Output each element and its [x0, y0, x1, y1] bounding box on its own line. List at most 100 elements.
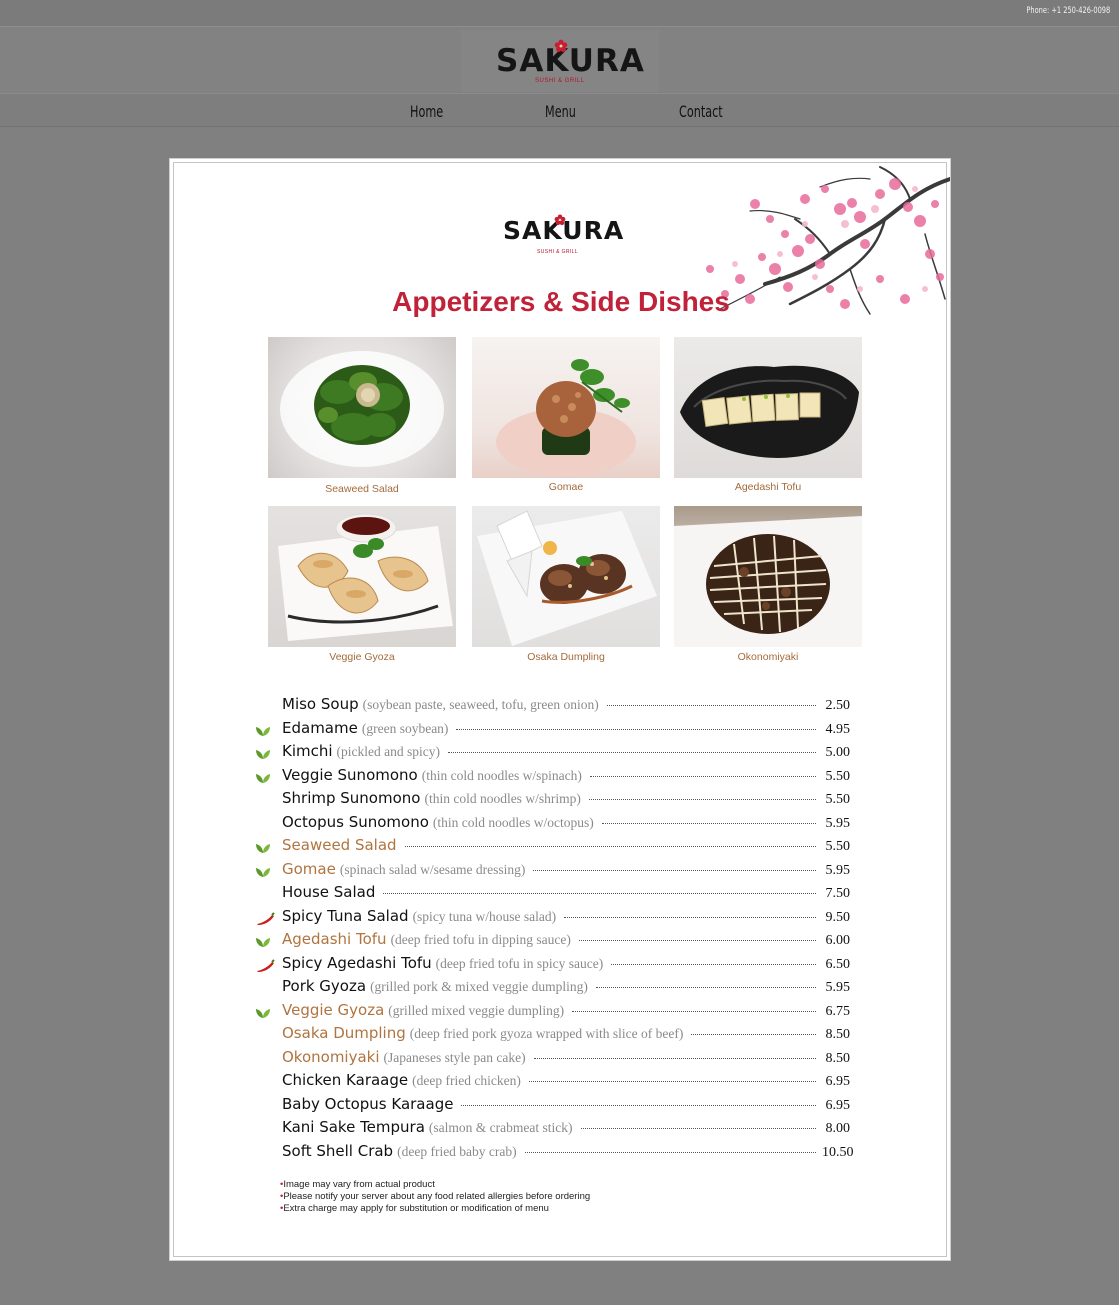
note-item: •Image may vary from actual product [280, 1179, 435, 1190]
menu-item-price: 2.50 [825, 698, 851, 713]
menu-item-description: (thin cold noodles w/shrimp) [424, 791, 581, 806]
menu-logo-subtitle: SUSHI & GRILL [537, 249, 579, 255]
menu-item-row: Spicy Agedashi Tofu (deep fried tofu in s… [255, 953, 851, 976]
photo-agedashi-tofu [674, 337, 862, 478]
menu-item-row: Agedashi Tofu (deep fried tofu in dipping… [256, 930, 851, 952]
nav-home[interactable]: Home [410, 102, 443, 121]
menu-item-price: 6.50 [825, 956, 851, 972]
menu-item-name: Kimchi [282, 742, 333, 760]
menu-item-price: 9.50 [825, 909, 851, 925]
chili-icon [255, 911, 275, 925]
leaf-icon [255, 724, 271, 736]
menu-item-row: Shrimp Sunomono (thin cold noodles w/shri… [258, 789, 850, 811]
menu-item-name: Veggie Sunomono [282, 765, 418, 784]
menu-page: SAKURA SUSHI & GRILL Appetizers & Side D… [169, 158, 951, 1261]
menu-item-description: (thin cold noodles w/octopus) [432, 814, 594, 830]
menu-item-name: Pork Gyoza [282, 977, 367, 995]
top-bar: Phone: +1 250-426-0098 [0, 0, 1119, 26]
dot-leader [580, 1128, 816, 1129]
menu-item-name: Seaweed Salad [282, 836, 397, 854]
menu-item-price: 8.50 [825, 1050, 851, 1066]
menu-item-price: 6.00 [825, 933, 851, 948]
menu-item-name: Miso Soup [282, 695, 359, 713]
site-header: SAKURA SUSHI & GRILL [0, 26, 1119, 93]
menu-item-price: 5.50 [825, 792, 851, 807]
nav-contact[interactable]: Contact [679, 102, 723, 121]
dot-leader [578, 940, 816, 941]
note-item: •Please notify your server about any foo… [280, 1191, 591, 1202]
dot-leader [588, 799, 816, 800]
menu-item-row: Osaka Dumpling (deep fried pork gyoza wra… [258, 1024, 850, 1046]
menu-item-name: Octopus Sunomono [282, 812, 429, 831]
menu-item-description: (thin cold noodles w/spinach) [421, 767, 582, 783]
menu-item-name: Soft Shell Crab [282, 1141, 394, 1160]
menu-item-name: Agedashi Tofu [282, 930, 387, 948]
note-item: •Extra charge may apply for substitution… [280, 1203, 549, 1214]
dot-leader [601, 822, 816, 824]
menu-item-price: 7.50 [825, 886, 851, 901]
leaf-icon [255, 1006, 271, 1018]
menu-item-row: Soft Shell Crab (deep fried baby crab) 10.… [258, 1141, 854, 1164]
dot-leader [533, 869, 816, 871]
main-nav: Home Menu Contact [0, 93, 1119, 127]
dot-leader [528, 1081, 816, 1082]
menu-item-name: Kani Sake Tempura [282, 1118, 425, 1136]
photo-caption: Okonomiyaki [737, 651, 799, 663]
menu-item-description: (grilled mixed veggie dumpling) [388, 1002, 565, 1018]
leaf-icon [255, 771, 271, 783]
site-logo[interactable]: SAKURA SUSHI & GRILL [461, 30, 659, 92]
menu-item-price: 4.95 [825, 721, 851, 737]
dot-leader [524, 1151, 816, 1153]
menu-item-price: 5.95 [825, 815, 851, 831]
photo-okonomiyaki [674, 506, 862, 647]
menu-item-description: (salmon & crabmeat stick) [428, 1120, 573, 1135]
nav-menu[interactable]: Menu [545, 102, 576, 121]
photo-osaka-dumpling [472, 506, 660, 647]
menu-item-row: Veggie Sunomono (thin cold noodles w/spin… [255, 765, 851, 788]
leaf-icon [255, 865, 271, 877]
photo-gomae [472, 337, 660, 478]
menu-item-name: Spicy Tuna Salad [282, 906, 409, 925]
menu-item-price: 8.00 [825, 1121, 851, 1136]
menu-item-price: 5.95 [825, 862, 851, 878]
menu-item-description: (spicy tuna w/house salad) [412, 908, 557, 924]
dot-leader [606, 705, 816, 706]
menu-item-price: 5.50 [825, 768, 851, 784]
menu-item-price: 5.95 [825, 980, 851, 995]
menu-item-name: Osaka Dumpling [282, 1024, 406, 1042]
menu-item-row: Octopus Sunomono (thin cold noodles w/oct… [258, 813, 850, 835]
menu-item-price: 6.95 [825, 1074, 851, 1089]
photo-caption: Osaka Dumpling [527, 651, 605, 663]
menu-item-row: Kani Sake Tempura (salmon & crabmeat stic… [258, 1118, 850, 1140]
dot-leader [533, 1057, 816, 1059]
menu-title: Appetizers & Side Dishes [392, 286, 730, 317]
menu-item-name: Baby Octopus Karaage [282, 1094, 454, 1113]
menu-item-name: Veggie Gyoza [282, 1000, 385, 1019]
dot-leader [383, 893, 816, 894]
dot-leader [691, 1034, 816, 1035]
menu-item-name: Spicy Agedashi Tofu [282, 953, 432, 972]
menu-item-price: 6.75 [825, 1003, 851, 1019]
dot-leader [595, 987, 816, 988]
menu-item-row: House Salad 7.50 [258, 883, 850, 905]
menu-item-name: House Salad [282, 883, 376, 901]
photo-caption: Agedashi Tofu [734, 481, 802, 493]
menu-item-row: Pork Gyoza (grilled pork & mixed veggie d… [258, 977, 850, 999]
menu-item-row: Edamame (green soybean) 4.95 [255, 719, 851, 741]
menu-item-description: (deep fried tofu in spicy sauce) [435, 955, 604, 971]
menu-item-price: 10.50 [822, 1144, 854, 1160]
leaf-icon [255, 841, 271, 853]
blossom-icon [554, 39, 568, 52]
menu-item-row: Baby Octopus Karaage 6.95 [258, 1095, 850, 1117]
menu-item-price: 8.50 [825, 1027, 851, 1042]
menu-item-name: Okonomiyaki [282, 1047, 380, 1066]
chili-icon [255, 958, 275, 972]
dot-leader [564, 916, 816, 918]
menu-item-row: Seaweed Salad 5.50 [255, 836, 850, 858]
menu-item-description: (soybean paste, seaweed, tofu, green oni… [362, 697, 599, 712]
dot-leader [456, 728, 816, 730]
menu-item-description: (deep fried chicken) [412, 1073, 521, 1088]
menu-item-description: (green soybean) [361, 720, 449, 736]
dot-leader [589, 775, 816, 777]
menu-item-row: Veggie Gyoza (grilled mixed veggie dumpli… [255, 1000, 851, 1023]
